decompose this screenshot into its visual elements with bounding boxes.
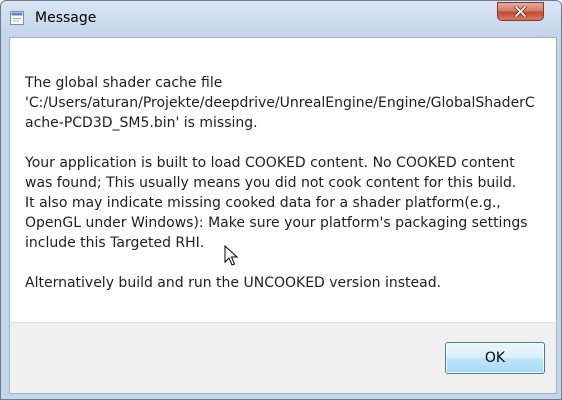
ok-button[interactable]: OK xyxy=(445,342,545,374)
message-text: The global shader cache file 'C:/Users/a… xyxy=(25,73,550,293)
button-bar: OK xyxy=(9,322,557,394)
message-paragraph-cache-missing: The global shader cache file 'C:/Users/a… xyxy=(25,75,535,131)
title-bar[interactable]: Message xyxy=(1,1,561,37)
mouse-pointer-icon xyxy=(224,245,238,266)
message-area: The global shader cache file 'C:/Users/a… xyxy=(9,37,557,323)
app-icon xyxy=(10,11,24,25)
message-paragraph-spacer xyxy=(25,253,550,273)
message-dialog: Message The global shader cache file 'C:… xyxy=(0,0,562,400)
close-button[interactable] xyxy=(497,2,544,21)
close-icon xyxy=(514,6,527,17)
message-paragraph-cooked-content: Your application is built to load COOKED… xyxy=(25,155,528,251)
message-paragraph-alternative: Alternatively build and run the UNCOOKED… xyxy=(25,275,442,291)
message-paragraph-spacer xyxy=(25,133,550,153)
window-title: Message xyxy=(35,10,97,26)
